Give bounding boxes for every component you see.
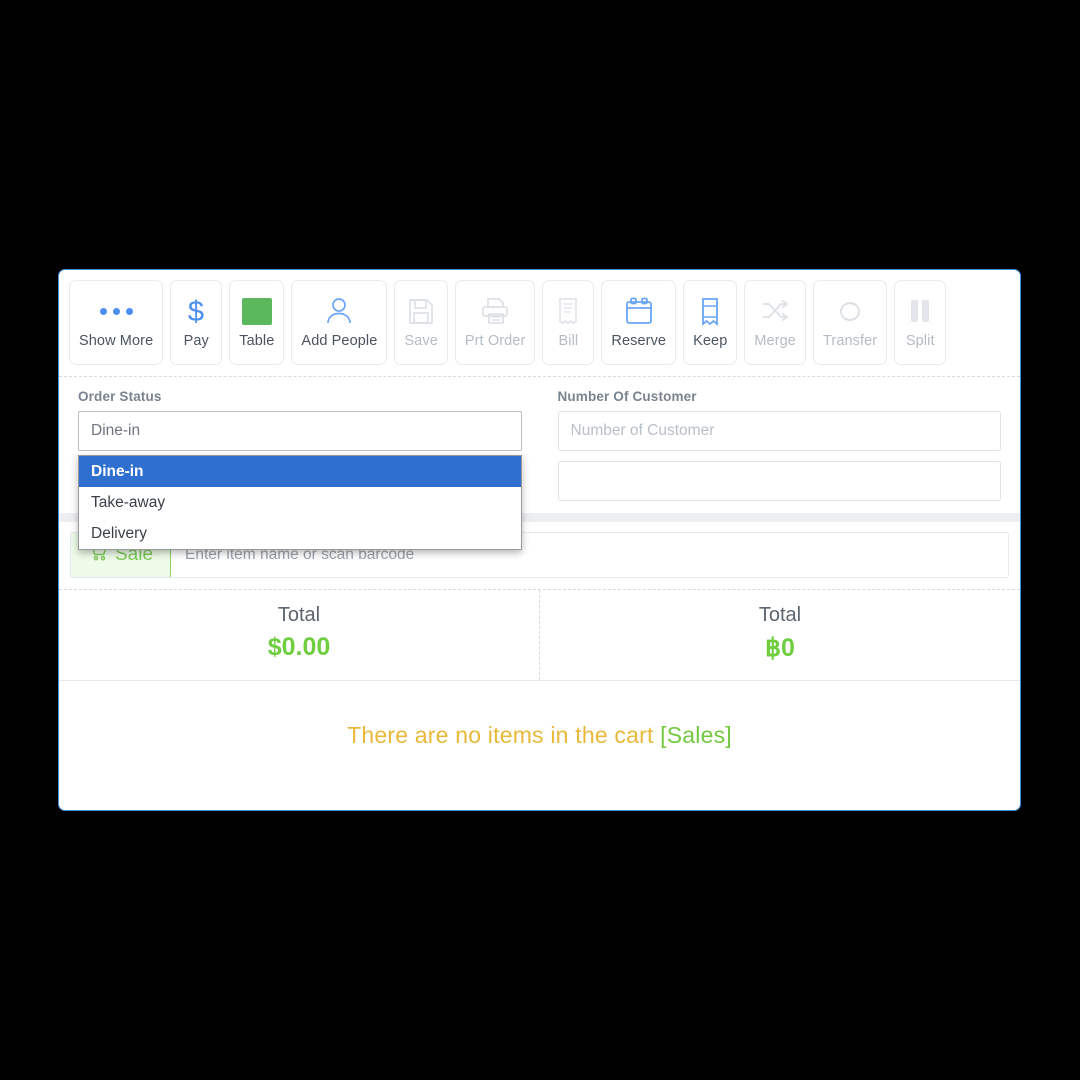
order-status-value: Dine-in (91, 422, 141, 439)
receipt-icon (557, 296, 579, 326)
toolbar-button-save[interactable]: Save (394, 280, 448, 365)
order-status-label: Order Status (78, 389, 162, 404)
screen-background: Show More $ Pay Table Add People Save Pr… (0, 0, 1080, 1080)
secondary-input-right[interactable] (557, 461, 1001, 501)
loop-arrows-icon (835, 296, 865, 326)
total-amount-value: $0.00 (267, 633, 331, 661)
total-secondary-value: ฿0 (765, 634, 795, 662)
toolbar-button-label: Show More (79, 333, 154, 349)
toolbar-button-label: Pay (183, 333, 209, 349)
number-of-customer-input[interactable] (557, 411, 1001, 451)
bookmark-icon (700, 296, 720, 326)
svg-text:$: $ (188, 296, 204, 326)
table-icon (241, 296, 272, 326)
empty-cart-text: There are no items in the cart (347, 722, 654, 748)
secondary-field-right (557, 461, 1001, 501)
pos-order-panel: Show More $ Pay Table Add People Save Pr… (58, 269, 1021, 811)
order-status-option-take-away[interactable]: Take-away (79, 487, 521, 518)
toolbar-button-label: Add People (301, 333, 378, 349)
toolbar-button-split[interactable]: Split (894, 280, 947, 365)
order-status-dropdown-menu[interactable]: Dine-in Take-away Delivery (78, 455, 522, 550)
toolbar-button-label: Bill (558, 333, 579, 349)
empty-cart-tag: [Sales] (660, 722, 732, 748)
toolbar-button-label: Split (905, 333, 935, 349)
toolbar-button-label: Keep (693, 333, 728, 349)
toolbar-button-reserve[interactable]: Reserve (601, 280, 677, 365)
toolbar-button-prt-order[interactable]: Prt Order (454, 280, 536, 365)
toolbar-button-label: Transfer (822, 333, 878, 349)
toolbar-button-show-more[interactable]: Show More (69, 280, 164, 365)
order-form: Order Status Dine-in Dine-in Take-away D… (59, 377, 1020, 550)
form-row-1: Order Status Dine-in Dine-in Take-away D… (78, 389, 1001, 550)
order-status-field: Order Status Dine-in Dine-in Take-away D… (78, 389, 522, 550)
toolbar-button-label: Reserve (611, 333, 667, 349)
total-secondary-caption: Total (758, 604, 802, 626)
order-status-select[interactable]: Dine-in (78, 411, 522, 451)
toolbar-button-transfer[interactable]: Transfer (812, 280, 888, 365)
more-dots-icon (99, 296, 133, 326)
toolbar-button-pay[interactable]: $ Pay (170, 280, 223, 365)
toolbar-button-add-people[interactable]: Add People (291, 280, 388, 365)
number-of-customer-label: Number Of Customer (557, 389, 697, 404)
toolbar-button-label: Table (239, 333, 275, 349)
pause-bars-icon (908, 296, 932, 326)
calendar-icon (624, 296, 654, 326)
toolbar-button-bill[interactable]: Bill (542, 280, 595, 365)
toolbar-button-merge[interactable]: Merge (744, 280, 806, 365)
number-of-customer-field: Number Of Customer (557, 389, 1001, 451)
floppy-save-icon (408, 296, 434, 326)
action-toolbar: Show More $ Pay Table Add People Save Pr… (59, 270, 1020, 377)
toolbar-button-table[interactable]: Table (229, 280, 285, 365)
printer-icon (480, 296, 510, 326)
shuffle-icon (760, 296, 790, 326)
toolbar-button-label: Prt Order (464, 333, 526, 349)
order-status-option-dine-in[interactable]: Dine-in (79, 456, 521, 487)
empty-cart-message: There are no items in the cart [Sales] (59, 681, 1020, 749)
toolbar-button-keep[interactable]: Keep (683, 280, 738, 365)
order-status-option-delivery[interactable]: Delivery (79, 518, 521, 549)
toolbar-button-label: Merge (754, 333, 796, 349)
dollar-icon: $ (183, 296, 209, 326)
total-amount-caption: Total (277, 604, 321, 626)
toolbar-button-label: Save (404, 333, 438, 349)
person-add-icon (325, 296, 353, 326)
total-secondary-cell: Total ฿0 (539, 590, 1020, 680)
total-amount-cell: Total $0.00 (59, 590, 539, 680)
totals-section: Total $0.00 Total ฿0 (59, 589, 1020, 681)
